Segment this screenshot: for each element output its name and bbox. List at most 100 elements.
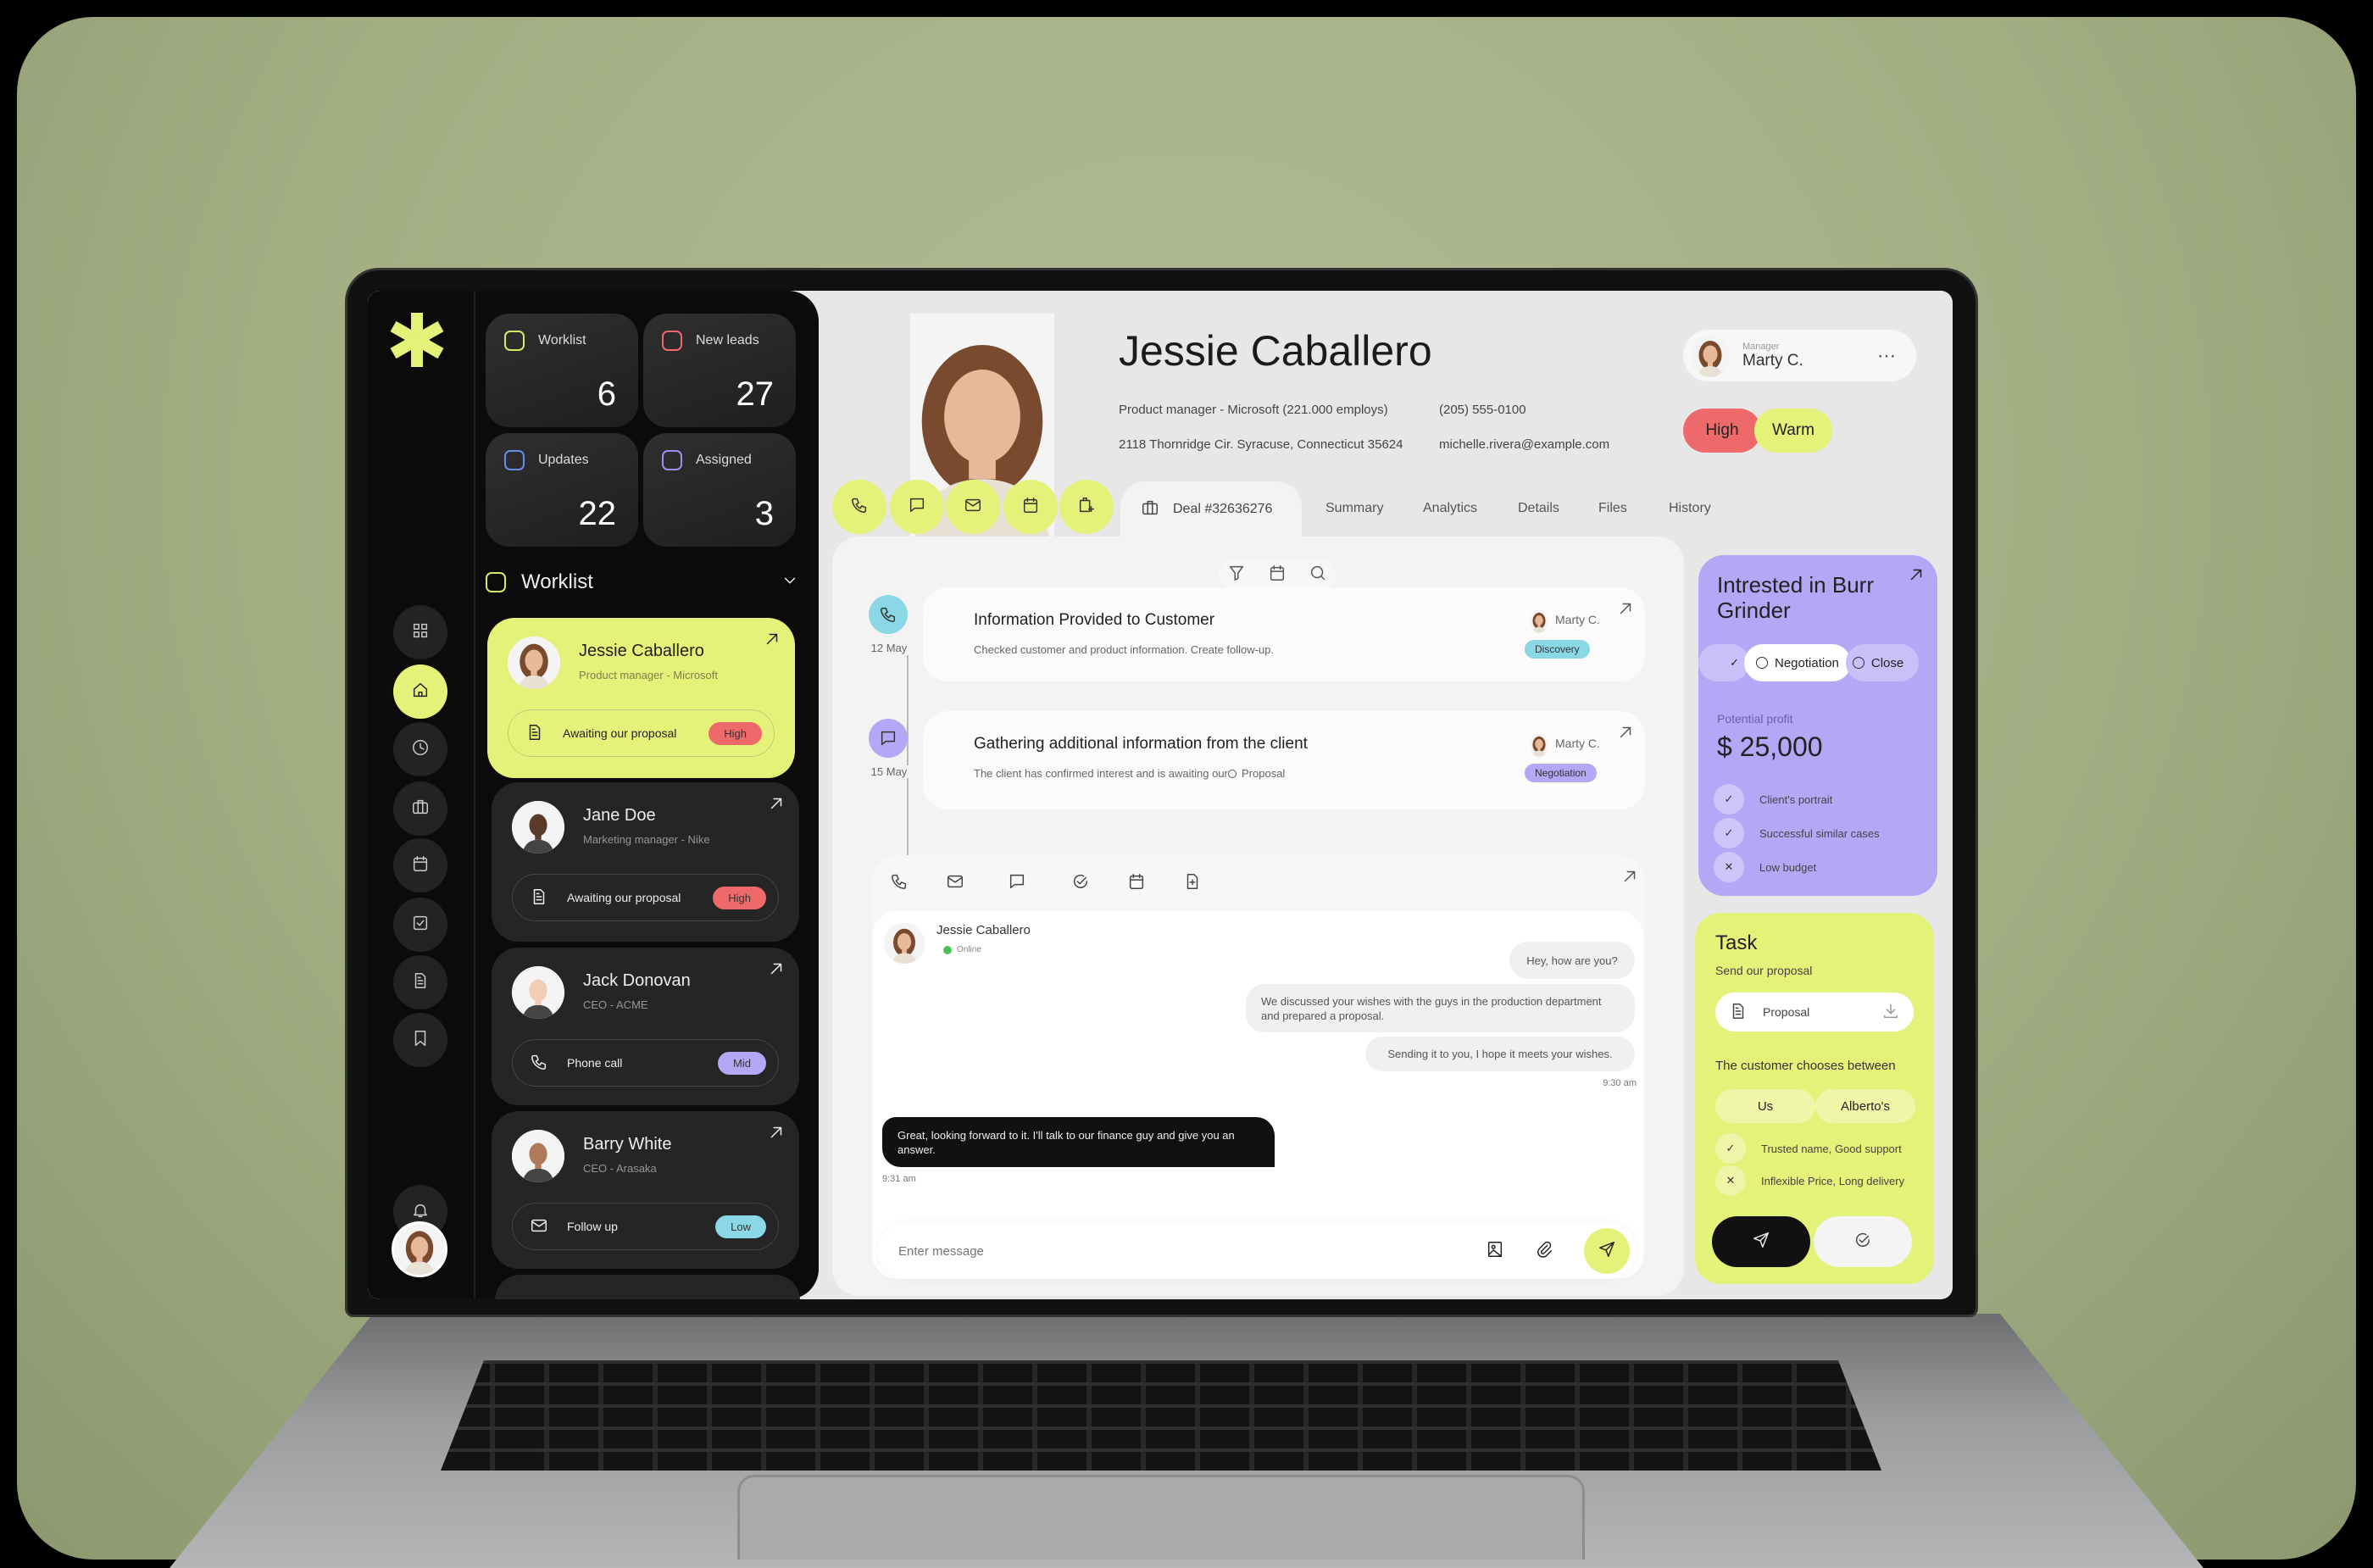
tag-warm[interactable]: Warm bbox=[1754, 409, 1832, 453]
nav-home-button[interactable] bbox=[393, 664, 447, 719]
stat-card-new-leads[interactable]: New leads 27 bbox=[643, 314, 796, 427]
stat-label: Updates bbox=[538, 453, 589, 467]
chevron-down-icon[interactable] bbox=[781, 571, 799, 594]
next-action[interactable]: Phone call Mid bbox=[512, 1039, 779, 1087]
timeline-event-card[interactable]: Information Provided to Customer Checked … bbox=[923, 587, 1645, 681]
stage-negotiation[interactable]: Negotiation bbox=[1744, 644, 1851, 681]
chat-action-button[interactable] bbox=[890, 480, 944, 534]
open-arrow-icon[interactable] bbox=[767, 959, 786, 982]
paperclip-icon[interactable] bbox=[1535, 1240, 1553, 1263]
worklist-card[interactable]: Barry White CEO - Arasaka Follow up Low bbox=[492, 1111, 799, 1269]
nav-briefcase-button[interactable] bbox=[393, 781, 447, 836]
choice-toggle: Us Alberto's bbox=[1715, 1089, 1915, 1123]
tab-history[interactable]: History bbox=[1669, 501, 1711, 516]
worklist-card[interactable]: Jack Donovan CEO - ACME Phone call Mid bbox=[492, 948, 799, 1105]
open-arrow-icon[interactable] bbox=[767, 1123, 786, 1146]
event-attachment[interactable]: Proposal bbox=[1228, 767, 1285, 780]
search-icon[interactable] bbox=[1309, 564, 1327, 587]
calendar-action-button[interactable] bbox=[1003, 480, 1058, 534]
crm-app: Worklist 6 New leads 27 Updates 22 Assigned 3 W… bbox=[368, 291, 1953, 1299]
nav-bookmark-button[interactable] bbox=[393, 1013, 447, 1067]
expand-arrow-icon[interactable] bbox=[1620, 867, 1639, 890]
criteria-item: ✕ Low budget bbox=[1714, 852, 1880, 882]
expand-arrow-icon[interactable] bbox=[1616, 723, 1635, 746]
worklist-title: Worklist bbox=[521, 570, 593, 593]
mail-tool-icon[interactable] bbox=[946, 872, 964, 895]
contact-email[interactable]: michelle.rivera@example.com bbox=[1439, 437, 1609, 452]
worklist-header[interactable]: Worklist bbox=[486, 570, 799, 594]
mail-icon bbox=[530, 1216, 548, 1237]
nav-check-square-button[interactable] bbox=[393, 898, 447, 952]
nav-calendar-button[interactable] bbox=[393, 838, 447, 892]
next-action[interactable]: Awaiting our proposal High bbox=[512, 874, 779, 921]
stage-done-check-icon[interactable]: ✓ bbox=[1698, 644, 1749, 681]
send-button[interactable] bbox=[1584, 1228, 1630, 1274]
stage-close[interactable]: Close bbox=[1845, 644, 1920, 681]
complete-task-button[interactable] bbox=[1814, 1216, 1912, 1267]
timeline-event-card[interactable]: Gathering additional information from th… bbox=[923, 711, 1645, 809]
mail-action-button[interactable] bbox=[946, 480, 1000, 534]
expand-arrow-icon[interactable] bbox=[1907, 565, 1926, 588]
open-arrow-icon[interactable] bbox=[763, 630, 781, 653]
chat-time-out: 9:30 am bbox=[1603, 1078, 1637, 1088]
send-proposal-button[interactable] bbox=[1712, 1216, 1810, 1267]
divider bbox=[474, 291, 475, 1299]
user-avatar[interactable] bbox=[392, 1221, 447, 1277]
choose-label: The customer chooses between bbox=[1715, 1059, 1896, 1073]
nav-clock-button[interactable] bbox=[393, 722, 447, 776]
check-icon: ✓ bbox=[1715, 1133, 1746, 1164]
manager-name: Marty C. bbox=[1742, 351, 1803, 370]
more-options-icon[interactable]: ⋯ bbox=[1877, 345, 1896, 367]
phone-tool-icon[interactable] bbox=[890, 872, 909, 895]
chat-time-in: 9:31 am bbox=[882, 1174, 916, 1184]
chat-tool-icon[interactable] bbox=[1008, 872, 1026, 895]
file-plus-tool-icon[interactable] bbox=[1183, 872, 1202, 895]
open-arrow-icon[interactable] bbox=[767, 794, 786, 817]
profit-value: $ 25,000 bbox=[1717, 731, 1823, 762]
tag-high[interactable]: High bbox=[1683, 409, 1761, 453]
phone-icon bbox=[850, 496, 869, 519]
next-action[interactable]: Follow up Low bbox=[512, 1203, 779, 1250]
calendar-icon[interactable] bbox=[1268, 564, 1287, 587]
message-composer bbox=[878, 1223, 1637, 1279]
worklist-card-partial[interactable] bbox=[495, 1275, 800, 1299]
phone-action-button[interactable] bbox=[832, 480, 886, 534]
stat-card-assigned[interactable]: Assigned 3 bbox=[643, 433, 796, 547]
stat-card-worklist[interactable]: Worklist 6 bbox=[486, 314, 638, 427]
image-icon[interactable] bbox=[1486, 1240, 1504, 1263]
event-title: Information Provided to Customer bbox=[974, 611, 1215, 629]
worklist-card[interactable]: Jessie Caballero Product manager - Micros… bbox=[487, 618, 795, 778]
briefcase-icon bbox=[1141, 498, 1159, 521]
message-input[interactable] bbox=[898, 1243, 1455, 1259]
proposal-file[interactable]: Proposal bbox=[1715, 993, 1914, 1031]
worklist-card[interactable]: Jane Doe Marketing manager - Nike Awaiting… bbox=[492, 782, 799, 942]
stage-stepper: ✓ Negotiation Close bbox=[1698, 644, 1920, 681]
criteria-item: ✓ Trusted name, Good support bbox=[1715, 1133, 1904, 1164]
building-plus-action-button[interactable] bbox=[1059, 480, 1114, 534]
option-albertos[interactable]: Alberto's bbox=[1815, 1089, 1915, 1123]
contact-phone[interactable]: (205) 555-0100 bbox=[1439, 403, 1526, 417]
calendar-tool-icon[interactable] bbox=[1127, 872, 1146, 895]
circle-icon bbox=[1228, 769, 1237, 778]
tab-files[interactable]: Files bbox=[1598, 501, 1627, 516]
tab-analytics[interactable]: Analytics bbox=[1423, 501, 1477, 516]
expand-arrow-icon[interactable] bbox=[1616, 599, 1635, 622]
next-action[interactable]: Awaiting our proposal High bbox=[508, 709, 775, 757]
manager-chip[interactable]: Manager Marty C. ⋯ bbox=[1683, 330, 1916, 381]
calendar-icon bbox=[411, 854, 430, 877]
tab-summary[interactable]: Summary bbox=[1325, 501, 1383, 516]
tab-details[interactable]: Details bbox=[1518, 501, 1559, 516]
priority-badge: Mid bbox=[718, 1051, 766, 1075]
contact-name: Jack Donovan bbox=[583, 971, 691, 990]
nav-grid-button[interactable] bbox=[393, 605, 447, 659]
stat-card-updates[interactable]: Updates 22 bbox=[486, 433, 638, 547]
check-circle-tool-icon[interactable] bbox=[1071, 872, 1090, 895]
keyboard bbox=[441, 1360, 1881, 1471]
logo-asterisk-icon[interactable] bbox=[388, 311, 446, 369]
filter-icon[interactable] bbox=[1227, 564, 1246, 587]
nav-document-button[interactable] bbox=[393, 955, 447, 1009]
download-icon[interactable] bbox=[1881, 1002, 1900, 1023]
deal-card: Intrested in Burr Grinder ✓ Negotiation … bbox=[1698, 555, 1937, 896]
option-us[interactable]: Us bbox=[1715, 1089, 1815, 1123]
square-icon bbox=[504, 450, 525, 470]
